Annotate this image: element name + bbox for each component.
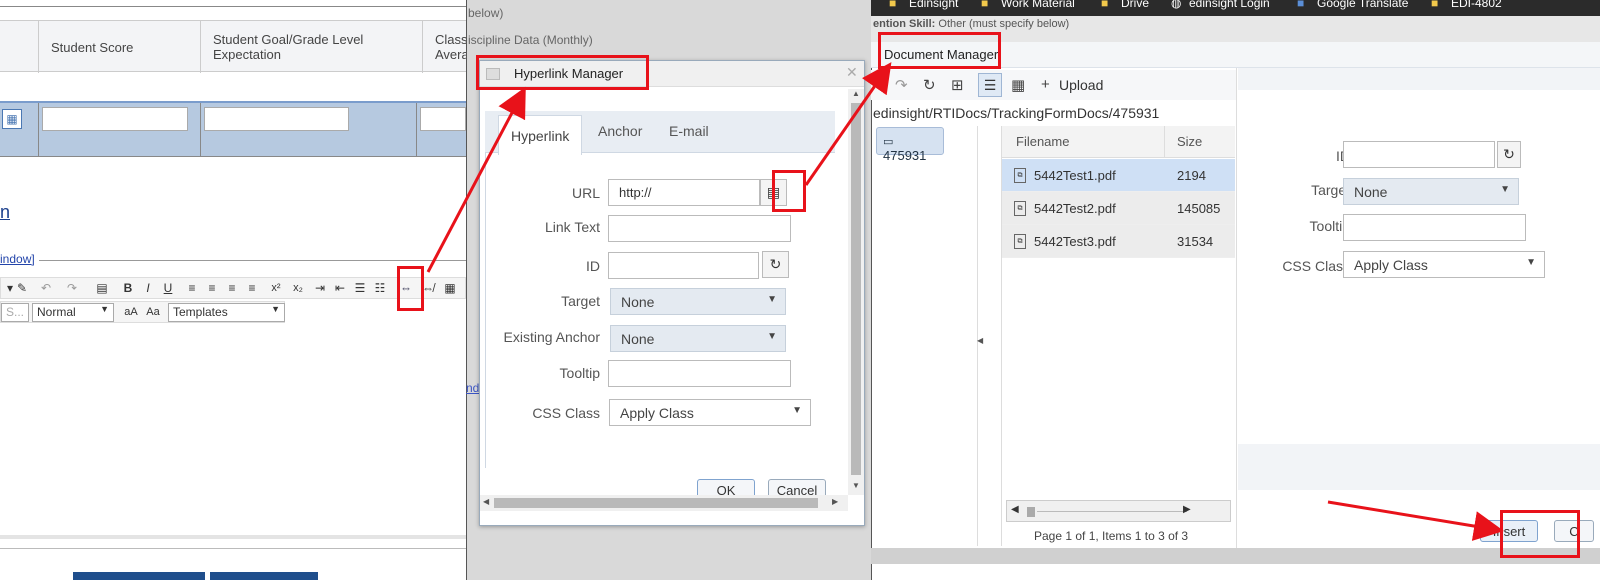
annotation-arrows	[426, 62, 1504, 541]
window-link[interactable]: indow]	[0, 252, 39, 266]
arrow	[1327, 500, 1504, 541]
arrow	[804, 62, 892, 186]
arrow	[426, 86, 526, 273]
